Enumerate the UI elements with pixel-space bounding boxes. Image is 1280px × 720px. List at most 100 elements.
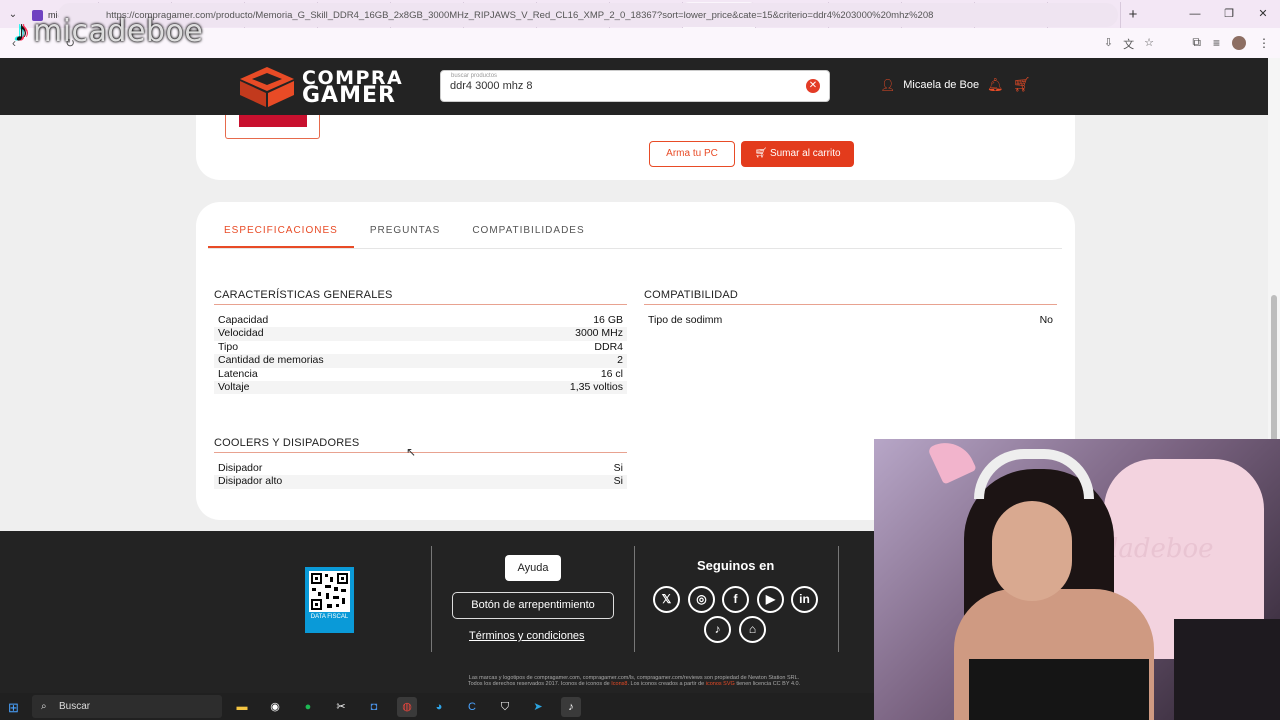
spec-value: 3000 MHz [575, 327, 623, 340]
add-to-cart-button[interactable]: 🛒︎ Sumar al carrito [741, 141, 854, 167]
restore-icon[interactable]: ❐ [1212, 0, 1246, 28]
spec-row: Tipo de sodimm No [644, 314, 1057, 327]
youtube-icon[interactable]: ▶ [757, 586, 784, 613]
omnibox-actions: ⇩ 文 ☆ [1104, 36, 1154, 52]
address-bar[interactable]: https://compragamer.com/producto/Memoria… [58, 3, 1118, 27]
spec-label: Tipo de sodimm [648, 314, 723, 326]
close-window-icon[interactable]: ✕ [1246, 0, 1280, 28]
site-header: COMPRA GAMER buscar productos ✕ 👤︎ Micae… [0, 58, 1268, 115]
user-name: Micaela de Boe [903, 79, 980, 91]
taskbar-search-placeholder: Buscar [59, 701, 91, 712]
spec-value: DDR4 [594, 340, 623, 353]
security-icon[interactable]: ⛉ [495, 697, 515, 717]
telegram-icon[interactable]: ➤ [528, 697, 548, 717]
tiktok-logo-icon: ♪ [14, 14, 29, 48]
spec-label: Tipo [218, 340, 239, 353]
streamer-top [969, 659, 1149, 720]
twitch-icon[interactable]: ⌂ [739, 616, 766, 643]
clear-search-icon[interactable]: ✕ [806, 79, 820, 93]
tab-especificaciones[interactable]: ESPECIFICACIONES [208, 216, 354, 248]
instagram-icon[interactable]: ◎ [688, 586, 715, 613]
linkedin-icon[interactable]: in [791, 586, 818, 613]
section-general: CARACTERÍSTICAS GENERALES Capacidad 16 GB… [214, 289, 627, 395]
bookmark-star-icon[interactable]: ☆ [1144, 36, 1154, 52]
section-compatibility: COMPATIBILIDAD Tipo de sodimm No [644, 289, 1057, 327]
url-text: https://compragamer.com/producto/Memoria… [106, 9, 934, 21]
spec-row: Capacidad 16 GB [214, 314, 627, 327]
svg-icons-link[interactable]: iconos SVG [706, 681, 735, 687]
search-box: buscar productos ✕ [440, 70, 830, 102]
footer-divider [634, 546, 635, 652]
media-icon[interactable]: ≡ [1213, 36, 1220, 50]
spec-value: 1,35 voltios [569, 380, 623, 393]
brand-cube-icon [240, 67, 294, 107]
notifications-bell-icon[interactable]: 🔔︎ [987, 77, 1004, 93]
follow-heading: Seguinos en [697, 558, 775, 573]
legal-line-2b: . Los iconos creados a partir de [627, 681, 706, 687]
arma-tu-pc-button[interactable]: Arma tu PC [649, 141, 735, 167]
user-icon: 👤︎ [880, 78, 896, 92]
section-title: COOLERS Y DISIPADORES [214, 437, 627, 453]
chair-text: ladeboe [1110, 534, 1214, 564]
spec-label: Disipador [218, 462, 263, 474]
user-menu[interactable]: 👤︎ Micaela de Boe [880, 78, 979, 92]
section-title: CARACTERÍSTICAS GENERALES [214, 289, 627, 305]
spec-label: Voltaje [218, 380, 250, 393]
search-input[interactable] [450, 80, 780, 92]
capcut-icon[interactable]: ✂ [331, 697, 351, 717]
spec-row: Cantidad de memorias 2 [214, 354, 627, 368]
regret-button[interactable]: Botón de arrepentimiento [452, 592, 614, 619]
brand-logo[interactable]: COMPRA GAMER [238, 65, 403, 109]
app-c-icon[interactable]: C [462, 697, 482, 717]
spotify-icon[interactable]: ● [298, 697, 318, 717]
translate-icon[interactable]: 文 [1123, 36, 1134, 52]
help-button[interactable]: Ayuda [505, 555, 561, 581]
brand-line-2: GAMER [302, 83, 396, 108]
search-label: buscar productos [451, 73, 498, 79]
spec-value: No [1039, 314, 1053, 326]
spec-row: Velocidad 3000 MHz [214, 327, 627, 341]
minimize-icon[interactable]: — [1178, 0, 1212, 28]
tiktok-app-icon[interactable]: ♪ [561, 697, 581, 717]
webcam-overlay: ladeboe [874, 439, 1280, 720]
tiktok-icon[interactable]: ♪ [704, 616, 731, 643]
menu-kebab-icon[interactable]: ⋮ [1258, 36, 1270, 50]
cart-icon[interactable]: 🛒︎ [1013, 76, 1031, 93]
spec-value: Si [613, 462, 623, 474]
spec-row: Disipador alto Si [214, 475, 627, 489]
mouse-cursor-icon: ↖ [406, 445, 417, 459]
watermark-username: micadeboe [33, 14, 204, 49]
icons8-link[interactable]: Icons8 [611, 681, 627, 687]
spec-value: 16 cl [600, 367, 623, 380]
windows-start-icon[interactable]: ⊞ [8, 700, 19, 716]
terms-link[interactable]: Términos y condiciones [469, 630, 585, 642]
ram-image [239, 115, 307, 127]
facebook-icon[interactable]: f [722, 586, 749, 613]
tab-preguntas[interactable]: PREGUNTAS [354, 216, 457, 248]
profile-avatar[interactable] [1232, 35, 1246, 50]
data-fiscal-qr[interactable]: DATA FISCAL [305, 567, 354, 633]
spec-row: Disipador Si [214, 462, 627, 475]
tab-compatibilidades[interactable]: COMPATIBILIDADES [456, 216, 600, 248]
section-coolers: COOLERS Y DISIPADORES Disipador Si Disipad… [214, 437, 627, 489]
windows-taskbar: ⊞ ⌕ Buscar ▬ ◉ ● ✂ ◘ ◍ ◕ C ⛉ ➤ ♪ [0, 693, 874, 720]
new-tab-button[interactable]: + [1121, 6, 1145, 23]
install-icon[interactable]: ⇩ [1104, 36, 1113, 52]
taskbar-search[interactable]: ⌕ Buscar [32, 695, 222, 718]
x-twitter-icon[interactable]: 𝕏 [653, 586, 680, 613]
legal-line-2c: tienen licencia CC BY 4.0. [734, 681, 801, 687]
file-explorer-icon[interactable]: ▬ [232, 697, 252, 717]
spec-value: 2 [617, 354, 623, 367]
edge-icon[interactable]: ◕ [429, 697, 449, 717]
product-thumbnail[interactable] [225, 115, 320, 139]
spec-label: Latencia [218, 367, 258, 380]
tiktok-watermark: ♪ micadeboe [14, 14, 203, 49]
cart-small-icon: 🛒︎ [754, 148, 770, 159]
extensions-icon[interactable]: ⧉ [1192, 35, 1201, 50]
qr-code-icon [309, 571, 350, 612]
obs-icon[interactable]: ◉ [265, 697, 285, 717]
footer-divider [431, 546, 432, 652]
streamlabs-icon[interactable]: ◘ [364, 697, 384, 717]
streamer-face [992, 501, 1072, 601]
chrome-icon[interactable]: ◍ [397, 697, 417, 717]
